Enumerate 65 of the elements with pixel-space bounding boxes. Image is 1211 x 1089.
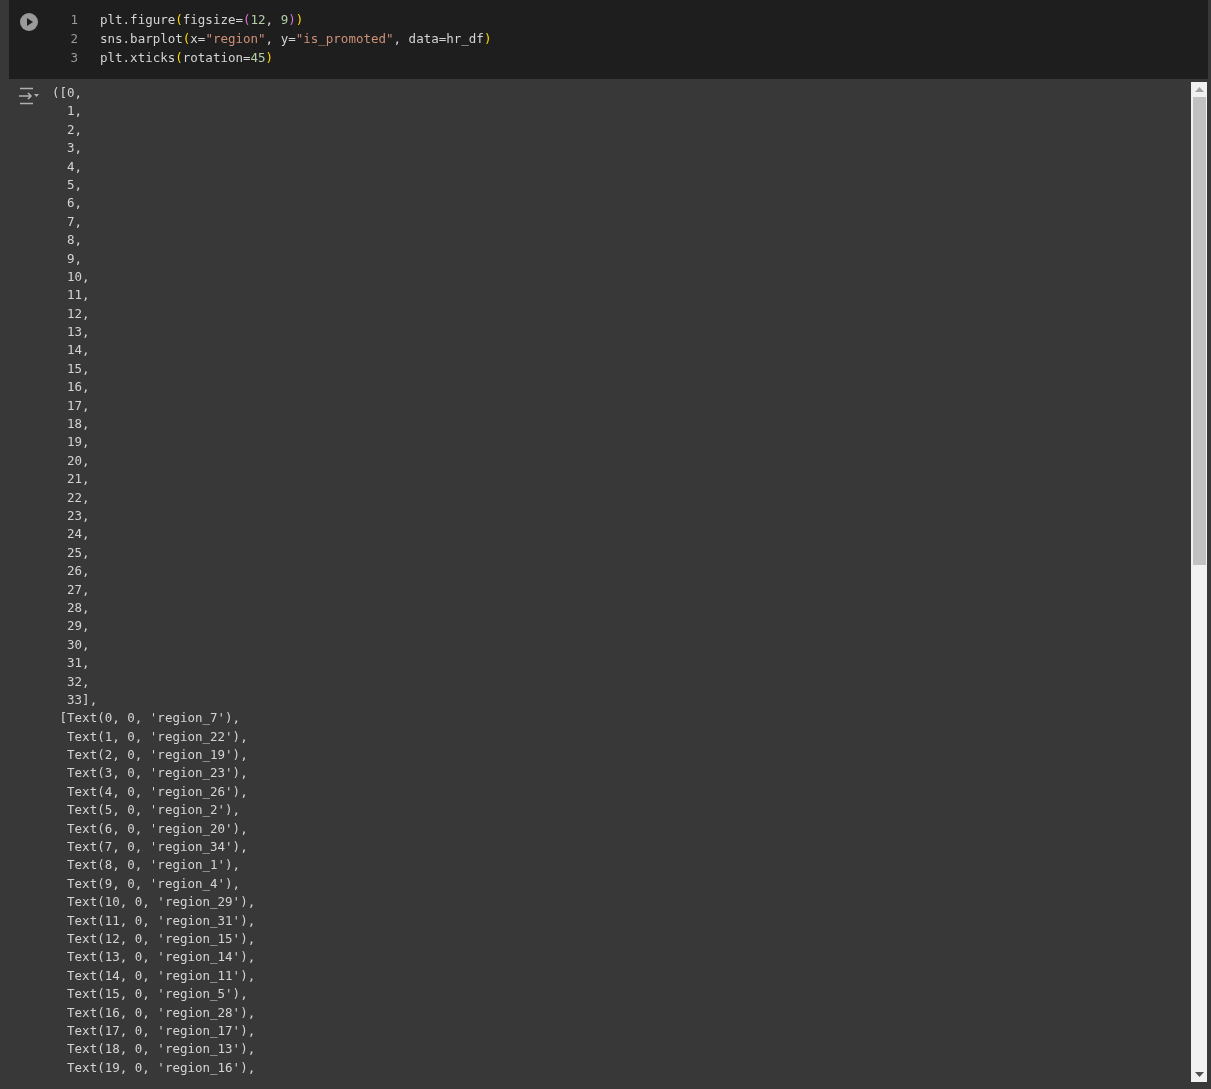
output-line: Text(1, 0, 'region_22'), (66, 727, 248, 746)
run-button[interactable] (20, 13, 38, 31)
output-line: 12, (66, 304, 90, 323)
output-line: 4, (66, 157, 83, 176)
output-line: Text(6, 0, 'region_20'), (66, 819, 248, 838)
output-line: Text(2, 0, 'region_19'), (66, 746, 248, 765)
output-line: Text(12, 0, 'region_15'), (66, 929, 256, 948)
output-line: Text(13, 0, 'region_14'), (66, 948, 256, 967)
output-line: Text(10, 0, 'region_29'), (66, 893, 256, 912)
output-line: 17, (66, 396, 90, 415)
output-line: 23, (66, 507, 90, 525)
output-line: 30, (66, 635, 90, 654)
output-line: 33], (66, 690, 98, 709)
line-number: 1 (69, 12, 78, 27)
output-line: Text(5, 0, 'region_2'), (66, 801, 241, 820)
output-line: 19, (66, 433, 90, 452)
output-line: 2, (66, 120, 83, 139)
line-number: 2 (69, 31, 78, 46)
scrollbar-thumb[interactable] (1192, 97, 1206, 565)
output-line: 7, (66, 212, 83, 231)
output-line: Text(17, 0, 'region_17'), (66, 1021, 256, 1040)
output-line: 16, (66, 378, 90, 397)
output-line: 18, (66, 415, 90, 434)
output-line: 8, (66, 231, 83, 250)
output-line: Text(4, 0, 'region_26'), (66, 782, 248, 801)
code-line: plt.xticks(rotation=45) (100, 50, 274, 65)
output-line: 3, (66, 139, 83, 158)
scroll-down-arrow-icon[interactable] (1194, 1072, 1204, 1077)
output-line: Text(7, 0, 'region_34'), (66, 838, 248, 856)
output-line: 31, (66, 654, 90, 673)
output-line: 21, (66, 470, 90, 489)
output-line: Text(11, 0, 'region_31'), (66, 911, 256, 930)
output-line: 27, (66, 580, 90, 599)
output-line: Text(18, 0, 'region_13'), (66, 1040, 256, 1059)
output-actions-icon[interactable] (18, 87, 40, 105)
output-line: 13, (66, 323, 90, 342)
output-line: Text(15, 0, 'region_5'), (66, 985, 248, 1004)
output-line: Text(3, 0, 'region_23'), (66, 764, 248, 783)
output-line: Text(19, 0, 'region_16'), (66, 1058, 256, 1077)
output-line: 5, (66, 175, 83, 194)
output-line: 14, (66, 341, 90, 360)
output-line: 10, (66, 267, 90, 286)
output-line: 11, (66, 286, 90, 305)
output-line: Text(16, 0, 'region_28'), (66, 1003, 256, 1022)
output-line: 28, (66, 598, 90, 617)
output-line: 29, (66, 617, 90, 636)
output-line: 25, (66, 543, 90, 562)
code-line: plt.figure(figsize=(12, 9)) (100, 12, 304, 27)
output-line: Text(14, 0, 'region_11'), (66, 966, 256, 985)
output-line: Text(8, 0, 'region_1'), (66, 856, 241, 875)
output-line: ([0, (52, 84, 83, 102)
output-line: 26, (66, 562, 90, 581)
output-line: 24, (66, 525, 90, 544)
output-line: 1, (66, 102, 83, 121)
scrollbar[interactable] (1191, 82, 1207, 1082)
output-line: 15, (66, 359, 90, 378)
output-line: 6, (66, 194, 83, 213)
output-line: 22, (66, 488, 90, 507)
output-line: Text(9, 0, 'region_4'), (66, 874, 241, 893)
output-line: 32, (66, 672, 90, 691)
line-number: 3 (69, 50, 78, 65)
output-line: [Text(0, 0, 'region_7'), (58, 709, 241, 728)
output-line: 20, (66, 451, 90, 470)
code-line: sns.barplot(x="region", y="is_promoted", data=hr_df) (100, 31, 492, 46)
output-line: 9, (66, 249, 83, 268)
